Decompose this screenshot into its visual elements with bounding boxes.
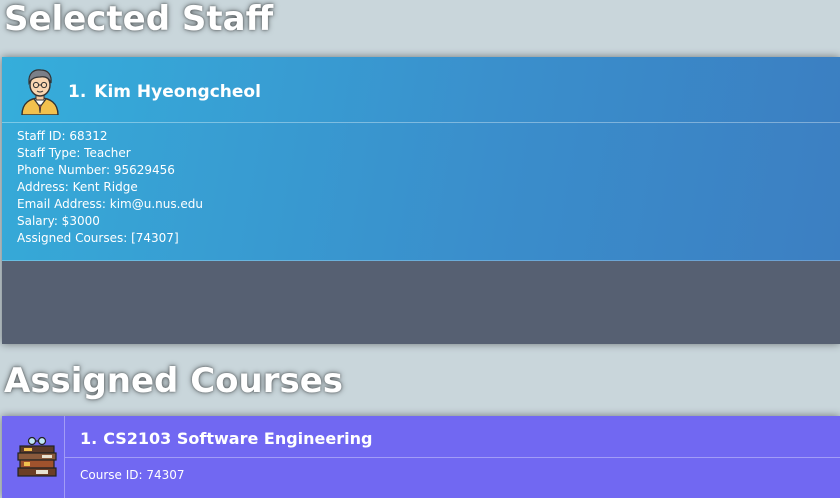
course-icon-column — [2, 416, 65, 498]
staff-details-list: Staff ID: 68312 Staff Type: Teacher Phon… — [17, 128, 203, 247]
assigned-courses-heading: Assigned Courses — [4, 361, 344, 401]
assigned-courses-detail: Assigned Courses: [74307] — [17, 231, 179, 245]
course-name: CS2103 Software Engineering — [103, 429, 373, 448]
email-address-detail: Email Address: kim@u.nus.edu — [17, 197, 204, 211]
staff-name-label: 1. Kim Hyeongcheol — [68, 82, 261, 102]
salary-detail: Salary: $3000 — [17, 214, 100, 228]
address-detail: Address: Kent Ridge — [17, 180, 138, 194]
course-card[interactable]: 1. CS2103 Software Engineering Course ID:… — [2, 416, 840, 498]
staff-type-detail: Staff Type: Teacher — [17, 146, 131, 160]
selected-staff-heading: Selected Staff — [4, 0, 274, 39]
course-title: 1. CS2103 Software Engineering — [80, 429, 372, 448]
course-index: 1. — [80, 429, 98, 448]
staff-card-header: 1. Kim Hyeongcheol — [2, 57, 840, 123]
staff-name: Kim Hyeongcheol — [94, 82, 261, 102]
teacher-avatar-icon — [18, 67, 62, 116]
course-id-label: Course ID: 74307 — [80, 468, 185, 482]
books-icon — [16, 436, 62, 478]
staff-index: 1. — [68, 82, 87, 102]
staff-id-detail: Staff ID: 68312 — [17, 129, 108, 143]
course-card-header: 1. CS2103 Software Engineering — [65, 416, 840, 458]
staff-card[interactable]: 1. Kim Hyeongcheol Staff ID: 68312 Staff … — [2, 57, 840, 344]
staff-details-panel: Staff ID: 68312 Staff Type: Teacher Phon… — [2, 123, 840, 261]
phone-number-detail: Phone Number: 95629456 — [17, 163, 175, 177]
